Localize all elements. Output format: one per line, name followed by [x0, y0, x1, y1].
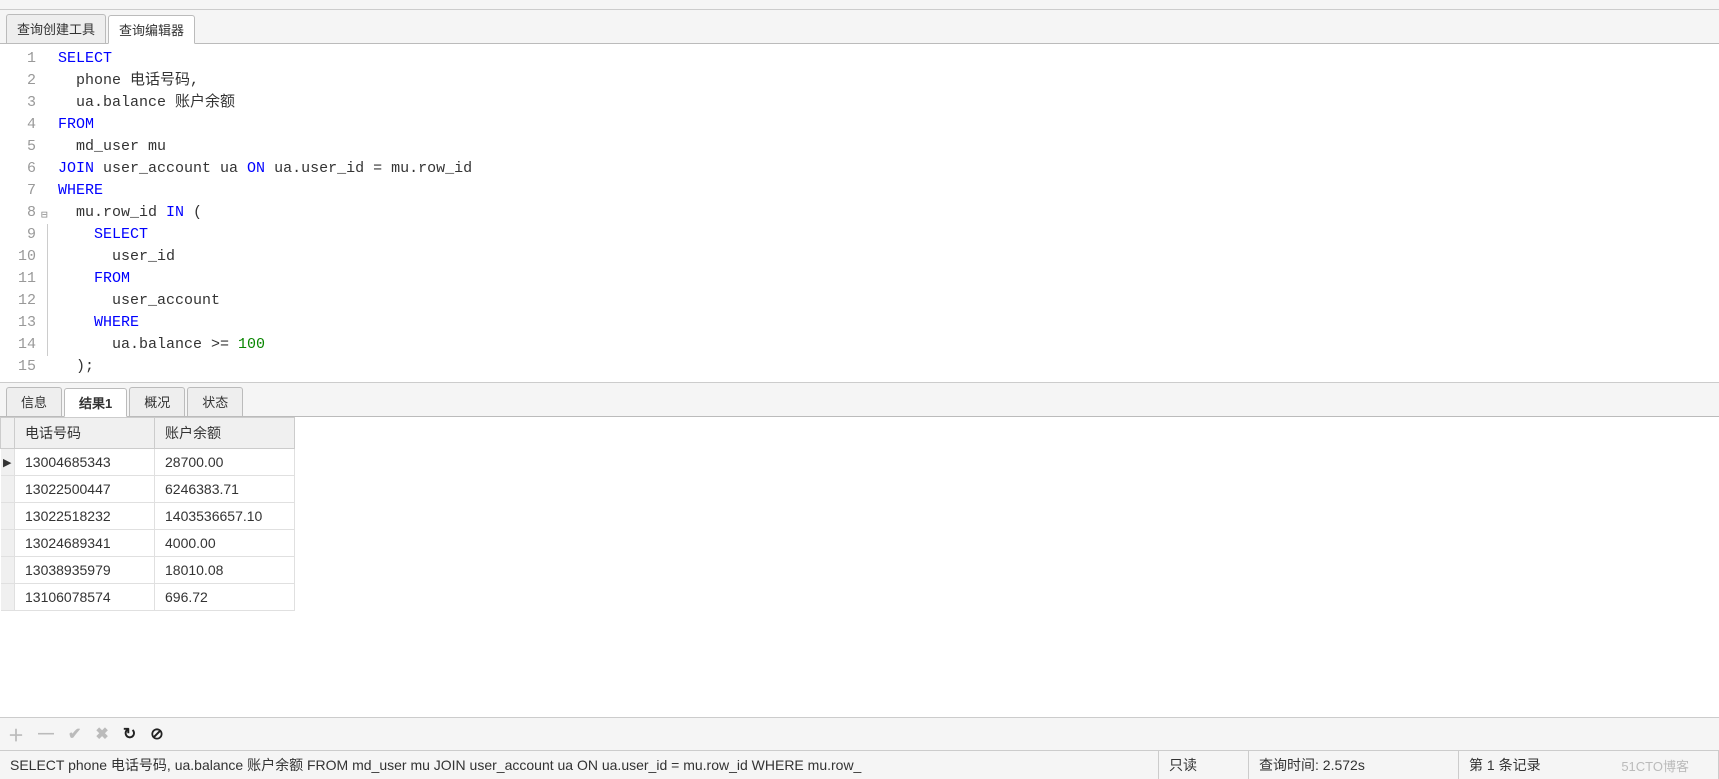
- table-row[interactable]: 13106078574 696.72: [1, 584, 295, 611]
- status-readonly: 只读: [1159, 751, 1249, 779]
- cell-balance[interactable]: 6246383.71: [155, 476, 295, 503]
- line-number-gutter: 123456789101112131415: [0, 48, 44, 378]
- cell-phone[interactable]: 13022500447: [15, 476, 155, 503]
- window-toolbar: [0, 0, 1719, 10]
- table-row[interactable]: 13022518232 1403536657.10: [1, 503, 295, 530]
- results-pane[interactable]: 电话号码账户余额 ▶ 13004685343 28700.00 13022500…: [0, 417, 1719, 717]
- stop-button[interactable]: ⊘: [150, 724, 163, 744]
- tab-info[interactable]: 信息: [6, 387, 62, 416]
- delete-row-button[interactable]: —: [38, 725, 54, 743]
- table-row[interactable]: 13024689341 4000.00: [1, 530, 295, 557]
- cell-balance[interactable]: 28700.00: [155, 449, 295, 476]
- cell-phone[interactable]: 13022518232: [15, 503, 155, 530]
- tab-query-builder[interactable]: 查询创建工具: [6, 14, 106, 43]
- result-grid[interactable]: 电话号码账户余额 ▶ 13004685343 28700.00 13022500…: [0, 417, 295, 611]
- result-tab-strip: 信息 结果1 概况 状态: [0, 383, 1719, 417]
- status-query: SELECT phone 电话号码, ua.balance 账户余额 FROM …: [0, 751, 1159, 779]
- tab-profile[interactable]: 概况: [129, 387, 185, 416]
- table-row[interactable]: 13022500447 6246383.71: [1, 476, 295, 503]
- tab-query-editor[interactable]: 查询编辑器: [108, 15, 195, 44]
- cell-phone[interactable]: 13038935979: [15, 557, 155, 584]
- row-marker: [1, 530, 15, 557]
- cell-balance[interactable]: 4000.00: [155, 530, 295, 557]
- row-marker: ▶: [1, 449, 15, 476]
- fold-column[interactable]: ⊟: [44, 48, 58, 378]
- row-marker: [1, 557, 15, 584]
- table-row[interactable]: 13038935979 18010.08: [1, 557, 295, 584]
- cancel-button[interactable]: ✖: [95, 724, 108, 744]
- status-time-value: 2.572s: [1323, 757, 1365, 773]
- status-time: 查询时间: 2.572s: [1249, 751, 1459, 779]
- refresh-button[interactable]: ↻: [123, 724, 136, 744]
- cell-phone[interactable]: 13024689341: [15, 530, 155, 557]
- row-marker-header: [1, 418, 15, 449]
- add-row-button[interactable]: ＋: [8, 722, 24, 746]
- sql-editor[interactable]: 123456789101112131415 ⊟ SELECT phone 电话号…: [0, 44, 1719, 383]
- apply-button[interactable]: ✔: [68, 724, 81, 744]
- cell-phone[interactable]: 13106078574: [15, 584, 155, 611]
- row-marker: [1, 503, 15, 530]
- cell-balance[interactable]: 18010.08: [155, 557, 295, 584]
- column-header[interactable]: 电话号码: [15, 418, 155, 449]
- status-record: 第 1 条记录: [1459, 751, 1719, 779]
- grid-action-bar: ＋ — ✔ ✖ ↻ ⊘: [0, 717, 1719, 750]
- status-bar: SELECT phone 电话号码, ua.balance 账户余额 FROM …: [0, 750, 1719, 779]
- status-time-label: 查询时间:: [1259, 757, 1323, 773]
- row-marker: [1, 584, 15, 611]
- code-area[interactable]: SELECT phone 电话号码, ua.balance 账户余额FROM m…: [58, 48, 1719, 378]
- column-header[interactable]: 账户余额: [155, 418, 295, 449]
- table-row[interactable]: ▶ 13004685343 28700.00: [1, 449, 295, 476]
- cell-balance[interactable]: 696.72: [155, 584, 295, 611]
- cell-balance[interactable]: 1403536657.10: [155, 503, 295, 530]
- row-marker: [1, 476, 15, 503]
- tab-status[interactable]: 状态: [187, 387, 243, 416]
- top-tab-strip: 查询创建工具 查询编辑器: [0, 10, 1719, 44]
- cell-phone[interactable]: 13004685343: [15, 449, 155, 476]
- tab-result1[interactable]: 结果1: [64, 388, 127, 417]
